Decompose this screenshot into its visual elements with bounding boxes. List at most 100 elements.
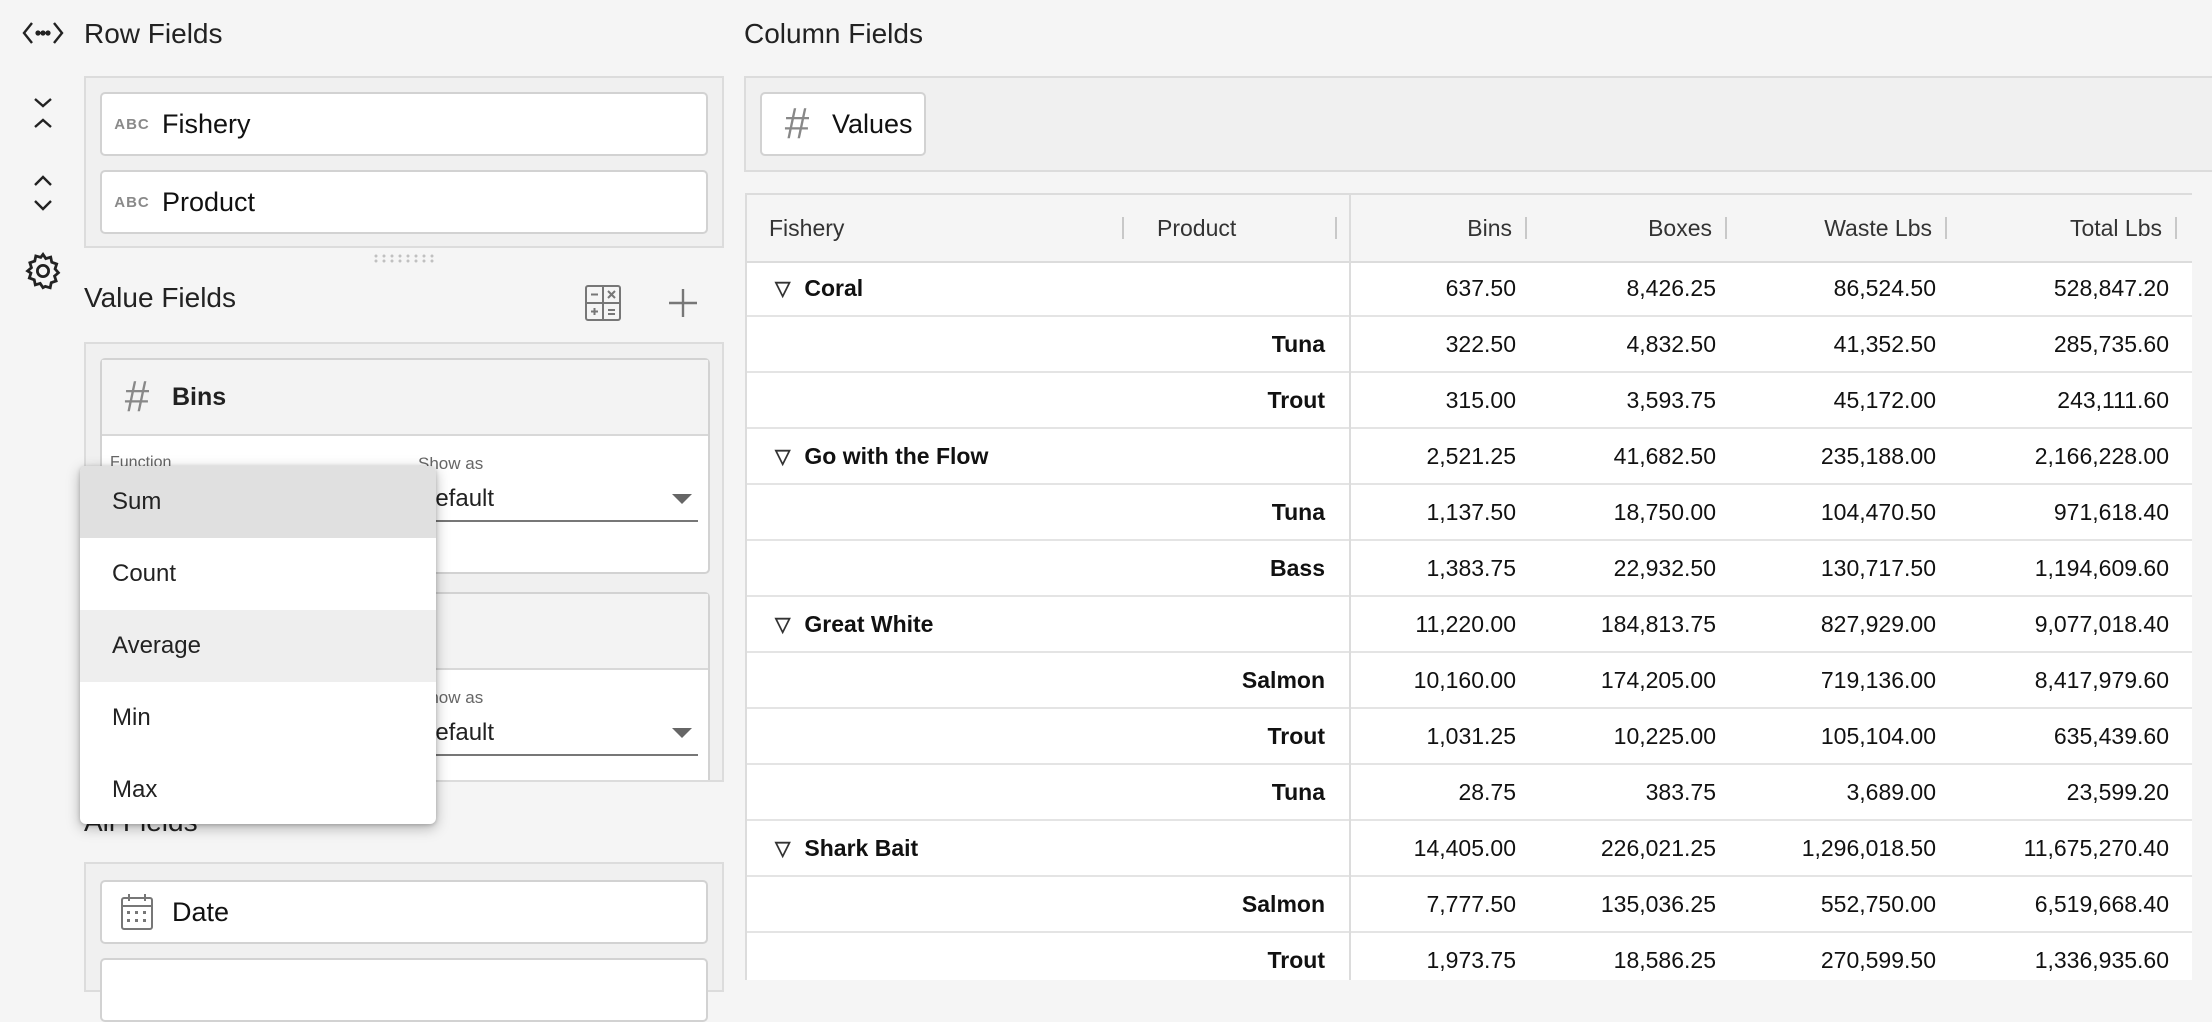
waste-cell: 45,172.00 (1833, 386, 1936, 413)
table-row[interactable]: Trout 1,973.75 18,586.25 270,599.50 1,336,93… (747, 933, 2192, 980)
row-field-fishery[interactable]: ABC Fishery (100, 92, 708, 156)
total-cell: 8,417,979.60 (2034, 666, 2169, 693)
fishery-label: Go with the Flow (804, 442, 989, 469)
resize-handle[interactable] (372, 250, 436, 263)
header-waste-lbs[interactable]: Waste Lbs (1731, 195, 1936, 261)
show-as-select[interactable]: Default (418, 712, 698, 756)
fishery-label: Shark Bait (804, 834, 919, 861)
number-type-icon: # (124, 372, 150, 421)
column-divider (1349, 195, 1351, 980)
bins-cell: 7,777.50 (1426, 890, 1516, 917)
bins-cell: 315.00 (1445, 386, 1516, 413)
table-row[interactable]: Tuna 28.75 383.75 3,689.00 23,599.20 (747, 765, 2192, 821)
boxes-cell: 41,682.50 (1613, 442, 1716, 469)
table-row[interactable]: Bass 1,383.75 22,932.50 130,717.50 1,194,609… (747, 541, 2192, 597)
table-row[interactable]: Trout 315.00 3,593.75 45,172.00 243,111.60 (747, 373, 2192, 429)
row-fields-zone[interactable]: ABC Fishery ABC Product (84, 76, 724, 248)
collapse-all-icon[interactable] (20, 90, 66, 136)
header-bins[interactable]: Bins (1351, 195, 1516, 261)
function-menu: Sum Count Average Min Max (80, 466, 436, 824)
waste-cell: 104,470.50 (1820, 498, 1936, 525)
boxes-cell: 3,593.75 (1626, 386, 1716, 413)
boxes-cell: 18,586.25 (1613, 946, 1716, 973)
bins-cell: 637.50 (1445, 274, 1516, 301)
number-type-icon: # (784, 99, 810, 148)
menu-item-average[interactable]: Average (80, 610, 436, 682)
value-field-header[interactable]: # Bins (102, 360, 708, 436)
column-resizer[interactable] (1122, 217, 1124, 239)
waste-cell: 719,136.00 (1820, 666, 1936, 693)
boxes-cell: 226,021.25 (1600, 834, 1716, 861)
menu-item-sum[interactable]: Sum (80, 466, 436, 538)
column-resizer[interactable] (1525, 217, 1527, 239)
group-row[interactable]: ▽ Go with the Flow 2,521.25 41,682.50 235,18… (747, 429, 2192, 485)
product-cell: Tuna (1271, 778, 1325, 805)
waste-cell: 1,296,018.50 (1801, 834, 1936, 861)
collapse-triangle-icon[interactable]: ▽ (775, 612, 790, 637)
add-icon[interactable] (666, 286, 700, 320)
calculated-field-icon[interactable] (584, 284, 622, 322)
total-cell: 6,519,668.40 (2034, 890, 2169, 917)
header-total-lbs[interactable]: Total Lbs (1951, 195, 2166, 261)
column-resizer[interactable] (1945, 217, 1947, 239)
column-fields-zone[interactable]: # Values (744, 76, 2212, 172)
fishery-cell[interactable]: ▽ Shark Bait (775, 821, 918, 875)
header-boxes[interactable]: Boxes (1531, 195, 1716, 261)
expand-all-icon[interactable] (20, 170, 66, 216)
table-row[interactable]: Salmon 10,160.00 174,205.00 719,136.00 8,417… (747, 653, 2192, 709)
column-field-values[interactable]: # Values (760, 92, 926, 156)
boxes-cell: 135,036.25 (1600, 890, 1716, 917)
boxes-cell: 174,205.00 (1600, 666, 1716, 693)
group-row[interactable]: ▽ Great White 11,220.00 184,813.75 827,929.0… (747, 597, 2192, 653)
boxes-cell: 383.75 (1645, 778, 1716, 805)
all-field[interactable] (100, 958, 708, 1022)
table-row[interactable]: Salmon 7,777.50 135,036.25 552,750.00 6,519,… (747, 877, 2192, 933)
boxes-cell: 4,832.50 (1626, 330, 1716, 357)
header-product[interactable]: Product (1157, 195, 1236, 261)
toggle-panel-icon[interactable] (20, 10, 66, 56)
table-row[interactable]: Tuna 322.50 4,832.50 41,352.50 285,735.60 (747, 317, 2192, 373)
bins-cell: 1,031.25 (1426, 722, 1516, 749)
pivot-grid: Fishery Product Bins Boxes Waste Lbs Tot… (745, 193, 2192, 980)
menu-item-min[interactable]: Min (80, 682, 436, 754)
total-cell: 971,618.40 (2053, 498, 2169, 525)
bins-cell: 11,220.00 (1415, 610, 1516, 637)
grid-header: Fishery Product Bins Boxes Waste Lbs Tot… (747, 195, 2192, 263)
fishery-label: Coral (804, 274, 864, 301)
total-cell: 635,439.60 (2053, 722, 2169, 749)
boxes-cell: 8,426.25 (1626, 274, 1716, 301)
fishery-cell[interactable]: ▽ Go with the Flow (775, 429, 988, 483)
bins-cell: 322.50 (1445, 330, 1516, 357)
fishery-cell[interactable]: ▽ Coral (775, 261, 863, 315)
show-as-select[interactable]: Default (418, 478, 698, 522)
group-row[interactable]: ▽ Coral 637.50 8,426.25 86,524.50 528,847.20 (747, 261, 2192, 317)
column-resizer[interactable] (1725, 217, 1727, 239)
column-resizer[interactable] (2175, 217, 2177, 239)
fishery-cell[interactable]: ▽ Great White (775, 597, 933, 651)
column-resizer[interactable] (1335, 217, 1337, 239)
bins-cell: 28.75 (1458, 778, 1516, 805)
field-label: Values (832, 108, 913, 139)
waste-cell: 552,750.00 (1820, 890, 1936, 917)
boxes-cell: 184,813.75 (1600, 610, 1716, 637)
all-field-date[interactable]: Date (100, 880, 708, 944)
all-fields-zone[interactable]: Date (84, 862, 724, 1022)
product-cell: Bass (1270, 554, 1325, 581)
bins-cell: 1,137.50 (1426, 498, 1516, 525)
product-cell: Salmon (1241, 666, 1325, 693)
collapse-triangle-icon[interactable]: ▽ (775, 836, 790, 861)
menu-item-max[interactable]: Max (80, 754, 436, 824)
bins-cell: 1,973.75 (1426, 946, 1516, 973)
gear-icon[interactable] (20, 248, 66, 294)
group-row[interactable]: ▽ Shark Bait 14,405.00 226,021.25 1,296,018.… (747, 821, 2192, 877)
total-cell: 1,194,609.60 (2034, 554, 2169, 581)
waste-cell: 41,352.50 (1833, 330, 1936, 357)
header-fishery[interactable]: Fishery (769, 195, 844, 261)
row-field-product[interactable]: ABC Product (100, 170, 708, 234)
collapse-triangle-icon[interactable]: ▽ (775, 276, 790, 301)
waste-cell: 130,717.50 (1820, 554, 1936, 581)
menu-item-count[interactable]: Count (80, 538, 436, 610)
collapse-triangle-icon[interactable]: ▽ (775, 444, 790, 469)
table-row[interactable]: Tuna 1,137.50 18,750.00 104,470.50 971,618.4… (747, 485, 2192, 541)
table-row[interactable]: Trout 1,031.25 10,225.00 105,104.00 635,439.… (747, 709, 2192, 765)
